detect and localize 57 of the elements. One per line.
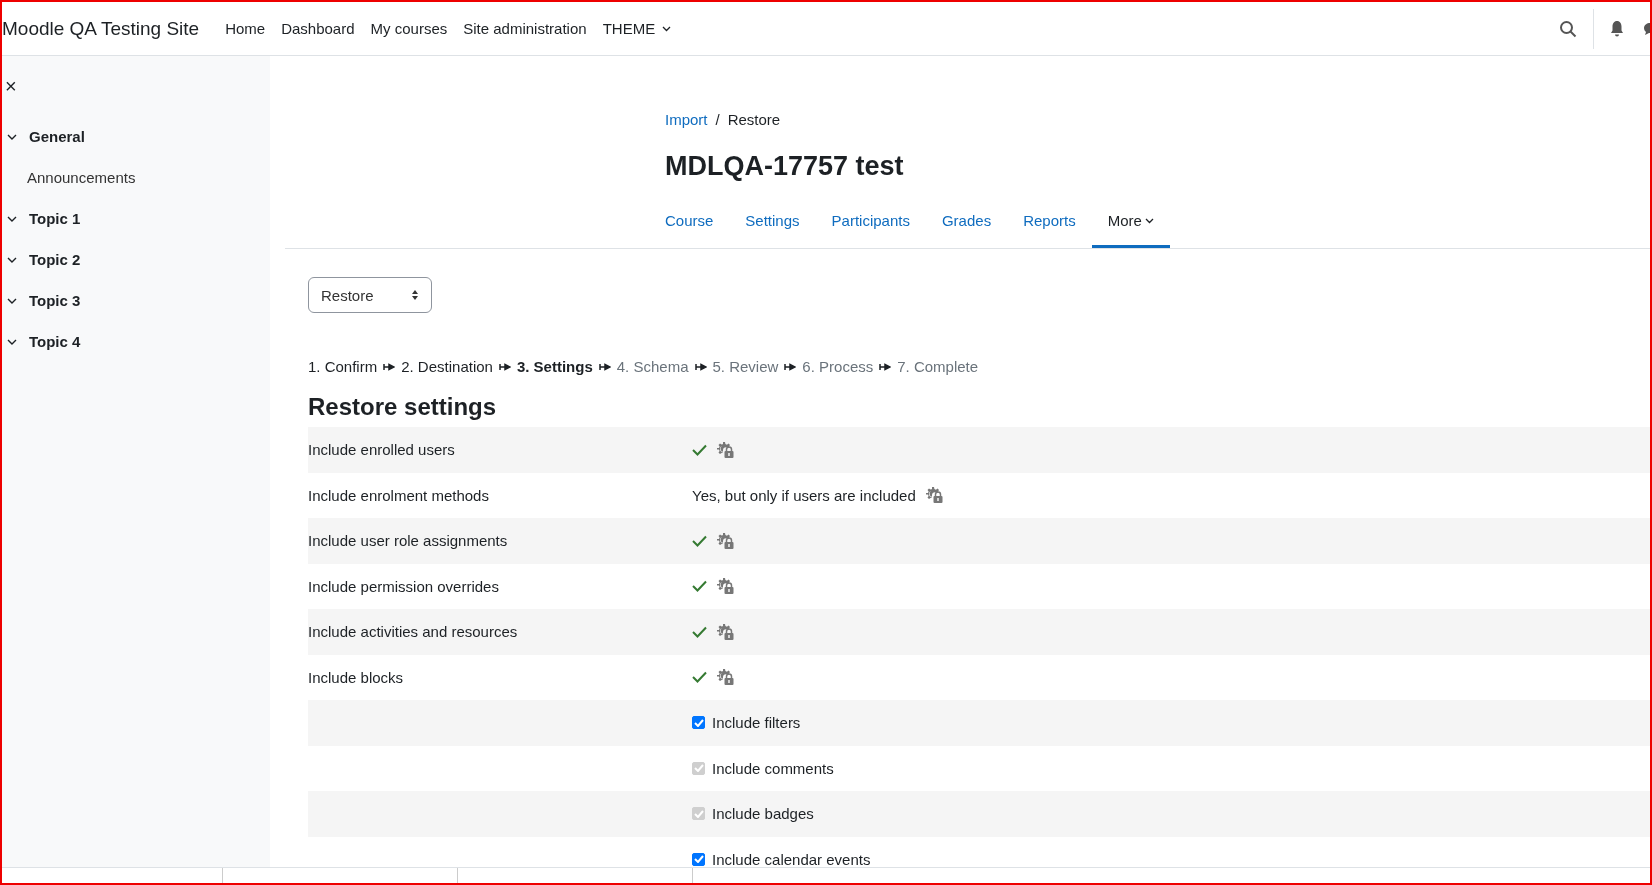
setting-label: Include permission overrides — [308, 577, 499, 595]
check-icon — [692, 580, 707, 593]
check-icon — [692, 671, 707, 684]
progress-step: 2. Destination — [401, 358, 493, 375]
step-arrow-icon — [694, 362, 707, 371]
step-arrow-icon — [383, 362, 396, 371]
setting-value: Yes, but only if users are included — [692, 486, 916, 504]
course-tab[interactable]: Participants — [815, 196, 926, 248]
course-index-item[interactable]: Announcements — [2, 169, 136, 186]
course-index-item[interactable]: Topic 1 — [29, 210, 81, 227]
checkbox-label[interactable]: Include filters — [712, 714, 801, 732]
course-index-item[interactable]: Topic 2 — [29, 251, 81, 268]
close-button[interactable]: × — [2, 76, 17, 96]
nav-link[interactable]: Home — [225, 20, 266, 37]
nav-link[interactable]: Dashboard — [281, 20, 355, 37]
bell-icon[interactable] — [1610, 19, 1624, 38]
section-heading: Restore settings — [308, 393, 498, 421]
progress-step: 4. Schema — [616, 358, 689, 375]
course-tab[interactable]: More — [1091, 196, 1170, 248]
breadcrumb-item[interactable]: Import — [665, 111, 708, 128]
progress-step: 1. Confirm — [308, 358, 378, 375]
setting-label: Include blocks — [308, 668, 404, 686]
progress-step: 5. Review — [712, 358, 779, 375]
check-icon — [692, 625, 707, 638]
checkbox[interactable] — [692, 852, 705, 866]
search-icon[interactable] — [1559, 19, 1577, 38]
setting-label: Include activities and resources — [308, 623, 518, 641]
page-title: MDLQA-17757 test — [665, 151, 905, 182]
course-index-item[interactable]: Topic 4 — [29, 333, 81, 350]
step-arrow-icon — [784, 362, 797, 371]
course-index-item[interactable]: Topic 3 — [29, 292, 81, 309]
nav-link[interactable]: Site administration — [463, 20, 587, 37]
checkbox-label[interactable]: Include calendar events — [712, 850, 871, 868]
progress-step: 6. Process — [802, 358, 874, 375]
course-tab[interactable]: Course — [665, 196, 730, 248]
progress-step: 3. Settings — [516, 358, 593, 375]
course-tab[interactable]: Reports — [1007, 196, 1092, 248]
checkbox[interactable] — [692, 716, 705, 730]
step-arrow-icon — [498, 362, 511, 371]
site-name[interactable]: Moodle QA Testing Site — [2, 17, 200, 40]
check-icon — [692, 443, 707, 456]
setting-label: Include user role assignments — [308, 532, 508, 550]
course-tab[interactable]: Grades — [925, 196, 1008, 248]
setting-label: Include enrolled users — [308, 441, 455, 459]
step-arrow-icon — [598, 362, 611, 371]
course-tab[interactable]: Settings — [729, 196, 816, 248]
restore-select[interactable]: Restore — [308, 277, 432, 313]
progress-step: 7. Complete — [897, 358, 979, 375]
nav-link[interactable]: My courses — [370, 20, 448, 37]
course-index-item[interactable]: General — [29, 128, 85, 145]
step-arrow-icon — [879, 362, 892, 371]
breadcrumb-separator: / — [715, 111, 720, 128]
breadcrumb-item[interactable]: Restore — [727, 111, 781, 128]
setting-label: Include enrolment methods — [308, 486, 489, 504]
nav-link[interactable]: THEME — [602, 20, 672, 37]
sort-icon — [411, 289, 419, 301]
check-icon — [692, 534, 707, 547]
